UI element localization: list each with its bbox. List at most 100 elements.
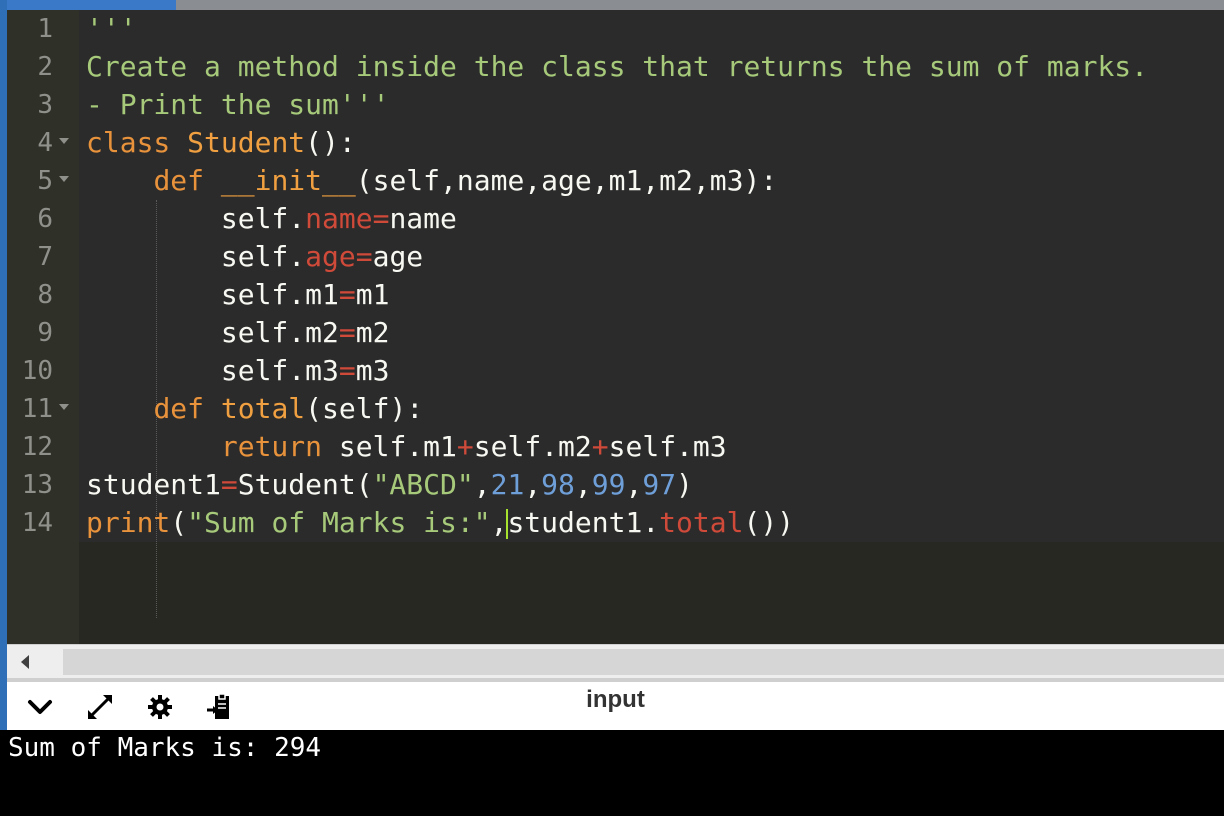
keyword: class xyxy=(86,126,171,159)
method-name: __init__ xyxy=(220,164,356,197)
code-text: ''' xyxy=(86,10,137,48)
docstring-open: ''' xyxy=(86,12,137,45)
open-paren: ( xyxy=(170,506,188,539)
code-line-6[interactable]: 6 self.name=name xyxy=(7,200,1224,238)
number-literal: 97 xyxy=(642,468,677,501)
operand: self.m2 xyxy=(473,430,592,463)
operand: self.m3 xyxy=(608,430,727,463)
string-literal: "Sum of Marks is:" xyxy=(187,506,491,539)
line-number: 2 xyxy=(37,52,53,82)
fold-arrow-icon[interactable] xyxy=(59,138,69,144)
left-edge-strip xyxy=(0,0,7,816)
code-line-8[interactable]: 8 self.m1=m1 xyxy=(7,276,1224,314)
code-params: (self): xyxy=(305,392,424,425)
close-parens: ()) xyxy=(743,506,795,539)
docstring-close: - Print the sum''' xyxy=(86,88,390,121)
operator: = xyxy=(220,468,238,501)
string-literal: "ABCD" xyxy=(372,468,474,501)
code-editor[interactable]: 1 ''' 2 Create a method inside the class… xyxy=(7,10,1224,644)
code-line-2[interactable]: 2 Create a method inside the class that … xyxy=(7,48,1224,86)
code-line-3[interactable]: 3 - Print the sum''' xyxy=(7,86,1224,124)
assign-target: self.m1 xyxy=(220,278,339,311)
line-number: 3 xyxy=(37,90,53,120)
keyword: def xyxy=(153,392,205,425)
attribute: age xyxy=(305,240,356,273)
line-number: 13 xyxy=(21,470,53,500)
line-number: 1 xyxy=(37,14,53,44)
line-number: 5 xyxy=(37,166,53,196)
code-line-14[interactable]: 14 print("Sum of Marks is:",student1.tot… xyxy=(7,504,1224,542)
close-paren: ) xyxy=(676,468,693,501)
assign-target: self.m3 xyxy=(220,354,339,387)
operator: = xyxy=(338,278,356,311)
input-label[interactable]: input xyxy=(7,686,1224,714)
code-line-1[interactable]: 1 ''' xyxy=(7,10,1224,48)
code-line-4[interactable]: 4 class Student(): xyxy=(7,124,1224,162)
number-literal: 98 xyxy=(541,468,575,501)
console-output-text: Sum of Marks is: 294 xyxy=(8,733,322,763)
code-line-7[interactable]: 7 self.age=age xyxy=(7,238,1224,276)
horizontal-scrollbar[interactable] xyxy=(7,644,1224,679)
fold-arrow-icon[interactable] xyxy=(59,404,69,410)
line-number: 9 xyxy=(37,318,53,348)
code-text: print("Sum of Marks is:",student1.total(… xyxy=(86,504,794,542)
code-text: def total(self): xyxy=(86,390,423,428)
value: m3 xyxy=(355,354,390,387)
code-text: self.m3=m3 xyxy=(86,352,390,390)
operand: self.m1 xyxy=(338,430,457,463)
self-ref: self. xyxy=(220,240,306,273)
top-bar-accent xyxy=(0,0,176,10)
code-text: - Print the sum''' xyxy=(86,86,389,124)
line-number: 12 xyxy=(21,432,53,462)
code-line-11[interactable]: 11 def total(self): xyxy=(7,390,1224,428)
line-number: 8 xyxy=(37,280,53,310)
scroll-left-arrow-icon[interactable] xyxy=(21,655,29,669)
line-number: 11 xyxy=(21,394,53,424)
line-number: 14 xyxy=(21,508,53,538)
code-text: def __init__(self,name,age,m1,m2,m3): xyxy=(86,162,777,200)
operator: = xyxy=(338,316,356,349)
builtin-function: print xyxy=(86,506,171,539)
line-number: 10 xyxy=(21,356,53,386)
line-number: 6 xyxy=(37,204,53,234)
comma: , xyxy=(625,468,643,501)
output-console[interactable]: Sum of Marks is: 294 xyxy=(0,730,1224,816)
value: m1 xyxy=(355,278,390,311)
number-literal: 21 xyxy=(490,468,525,501)
operator: = xyxy=(372,202,390,235)
keyword: def xyxy=(153,164,205,197)
code-punct: (): xyxy=(305,126,356,159)
code-text: student1=Student("ABCD",21,98,99,97) xyxy=(86,466,693,504)
value: m2 xyxy=(355,316,390,349)
assign-target: self.m2 xyxy=(220,316,339,349)
code-line-9[interactable]: 9 self.m2=m2 xyxy=(7,314,1224,352)
self-ref: self. xyxy=(220,202,306,235)
fold-arrow-icon[interactable] xyxy=(59,176,69,182)
scrollbar-track[interactable] xyxy=(63,649,1224,675)
value: age xyxy=(372,240,424,273)
comma: , xyxy=(490,506,508,539)
method-call: total xyxy=(659,506,744,539)
code-line-10[interactable]: 10 self.m3=m3 xyxy=(7,352,1224,390)
comma: , xyxy=(574,468,592,501)
code-text: self.age=age xyxy=(86,238,423,276)
comma: , xyxy=(473,468,491,501)
value: name xyxy=(389,202,457,235)
code-text: Create a method inside the class that re… xyxy=(86,48,1148,86)
number-literal: 99 xyxy=(591,468,626,501)
method-name: total xyxy=(220,392,306,425)
top-bar xyxy=(0,0,1224,10)
code-text: self.m2=m2 xyxy=(86,314,390,352)
variable: student1 xyxy=(86,468,221,501)
line-number: 4 xyxy=(37,128,53,158)
code-line-5[interactable]: 5 def __init__(self,name,age,m1,m2,m3): xyxy=(7,162,1224,200)
keyword: return xyxy=(220,430,323,463)
code-params: (self,name,age,m1,m2,m3): xyxy=(355,164,778,197)
operator: + xyxy=(591,430,609,463)
code-text: return self.m1+self.m2+self.m3 xyxy=(86,428,727,466)
class-name: Student xyxy=(187,126,306,159)
operator: = xyxy=(338,354,356,387)
code-line-12[interactable]: 12 return self.m1+self.m2+self.m3 xyxy=(7,428,1224,466)
code-line-13[interactable]: 13 student1=Student("ABCD",21,98,99,97) xyxy=(7,466,1224,504)
operator: + xyxy=(456,430,474,463)
